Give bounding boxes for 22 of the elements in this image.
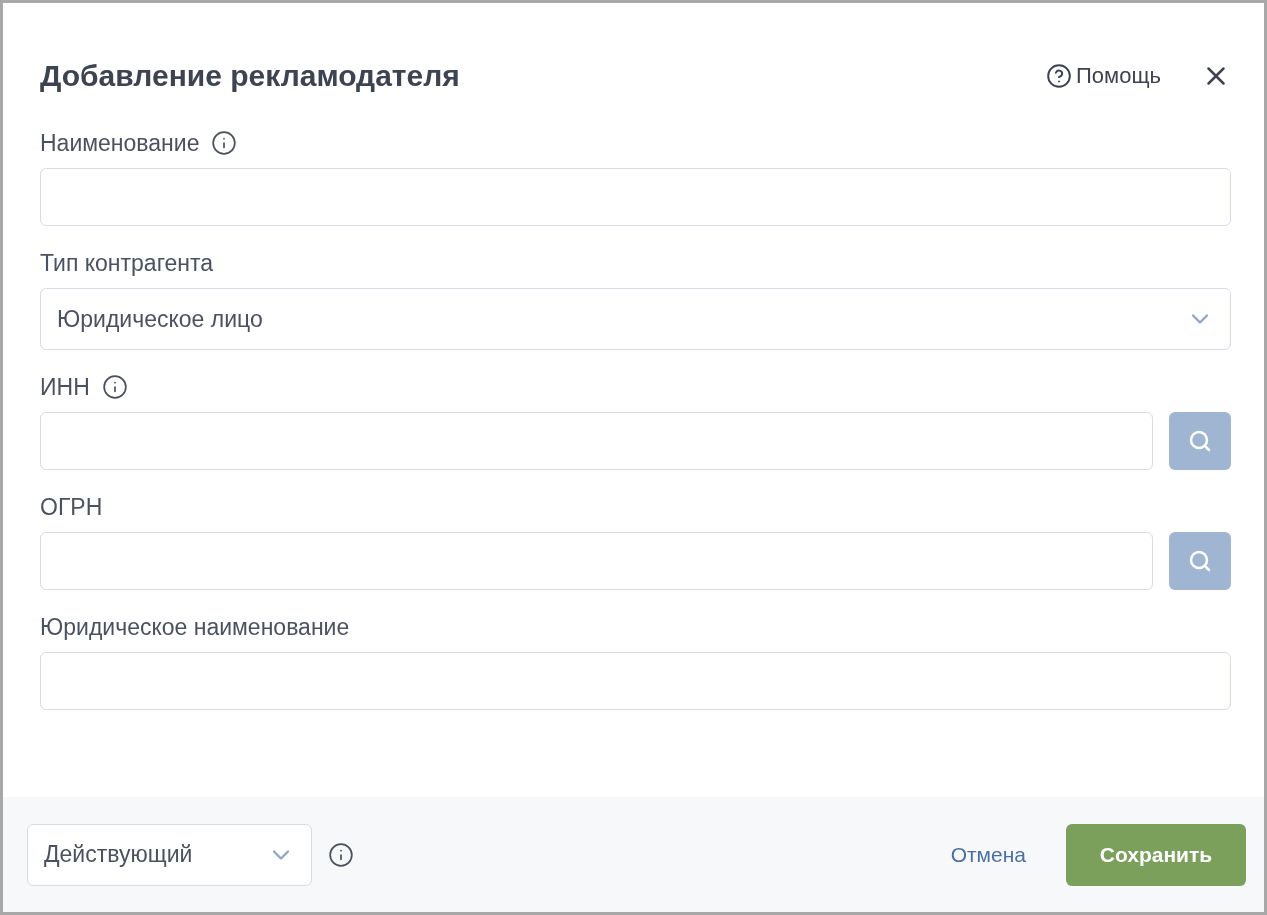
field-label: Юридическое наименование bbox=[40, 612, 350, 642]
field-label: Тип контрагента bbox=[40, 248, 214, 278]
text-input[interactable] bbox=[40, 168, 1231, 226]
search-icon bbox=[1188, 429, 1212, 453]
dialog-title: Добавление рекламодателя bbox=[40, 58, 460, 94]
select-field[interactable]: Юридическое лицо bbox=[40, 288, 1231, 350]
search-button[interactable] bbox=[1169, 412, 1231, 470]
field-label: ИНН bbox=[40, 372, 90, 402]
text-input[interactable] bbox=[40, 532, 1153, 590]
search-button[interactable] bbox=[1169, 532, 1231, 590]
cancel-link[interactable]: Отмена bbox=[950, 838, 1026, 871]
status-select[interactable]: Действующий bbox=[27, 823, 312, 886]
info-icon[interactable] bbox=[101, 374, 128, 400]
field-label: ОГРН bbox=[40, 492, 103, 522]
info-icon[interactable] bbox=[328, 841, 354, 868]
field-label: Наименование bbox=[40, 128, 200, 158]
text-input[interactable] bbox=[40, 652, 1231, 710]
help-link[interactable]: Помощь bbox=[1046, 59, 1161, 92]
help-icon bbox=[1046, 62, 1072, 89]
search-icon bbox=[1188, 549, 1212, 573]
text-input[interactable] bbox=[40, 412, 1153, 470]
info-icon[interactable] bbox=[211, 130, 238, 156]
